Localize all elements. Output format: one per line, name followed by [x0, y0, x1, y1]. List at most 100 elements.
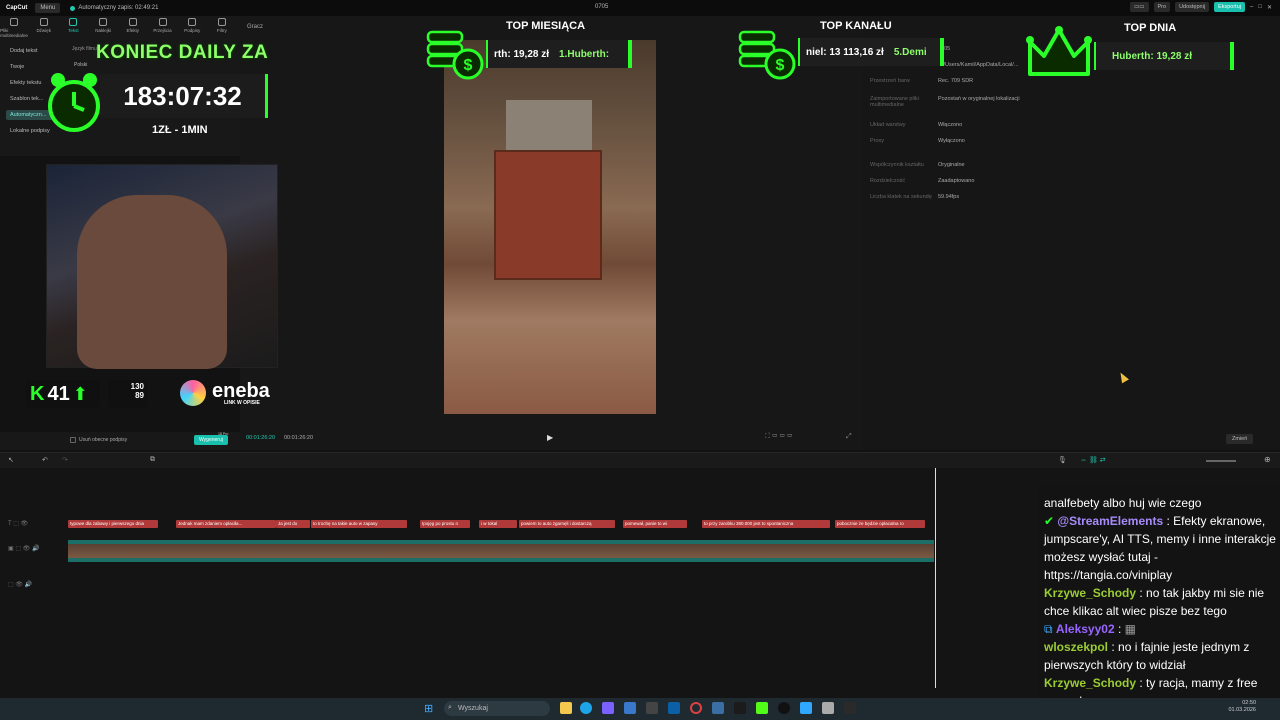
- subtitle-clip[interactable]: pobocznie że będzie opłacalna ro: [835, 520, 925, 528]
- minimize-icon[interactable]: –: [1250, 4, 1253, 10]
- fullscreen-icon[interactable]: ⤢: [846, 433, 852, 441]
- share-button[interactable]: Udostępnij: [1175, 2, 1210, 12]
- eneba-icon: [180, 380, 206, 406]
- text-track-controls[interactable]: T ⬚ 👁: [8, 520, 28, 527]
- prop-path: C:/Users/Kamil/AppData/Local/...: [938, 62, 1019, 68]
- subtitle-clip[interactable]: Jednak mam zdaniem opłaciła...: [176, 520, 276, 528]
- tab-text[interactable]: Tekst: [61, 18, 85, 40]
- split-icon[interactable]: ⧉: [150, 456, 155, 464]
- container-image: [494, 150, 602, 280]
- top-month-rank: 1.Huberth:: [559, 48, 610, 60]
- side-add-text[interactable]: Dodaj tekst: [6, 46, 64, 56]
- teams-icon[interactable]: [602, 702, 614, 714]
- audio-icon: [39, 18, 48, 26]
- stat-bottom: 89: [135, 391, 144, 400]
- obs-icon[interactable]: [778, 702, 790, 714]
- export-button[interactable]: Eksportuj: [1214, 2, 1245, 12]
- tab-filters[interactable]: Filtry: [210, 18, 234, 40]
- subtitle-clip[interactable]: i w tokal: [479, 520, 517, 528]
- taskbar-search[interactable]: ⌕ Wyszukaj: [444, 701, 550, 716]
- modify-button[interactable]: Zmień: [1226, 434, 1254, 444]
- chat-message: ✔ @StreamElements : Efekty ekranowe, jum…: [1044, 514, 1276, 582]
- sticker-icon: [99, 18, 108, 26]
- top-channel-amount: niel: 13 113,16 zł: [806, 46, 884, 58]
- chat-message: wloszekpol : no i fajnie jeste jednym z …: [1044, 640, 1250, 672]
- top-day-title: TOP DNIA: [1124, 22, 1177, 34]
- opera-icon[interactable]: [690, 702, 702, 714]
- app-icon-6[interactable]: [668, 702, 680, 714]
- remove-captions-checkbox[interactable]: [70, 437, 76, 443]
- maximize-icon[interactable]: □: [1258, 4, 1262, 10]
- app-icon-9[interactable]: [734, 702, 746, 714]
- caption-footer: Usuń obecne podpisy Wygeneruj 18 Pro: [0, 432, 240, 450]
- search-icon: ⌕: [448, 704, 452, 711]
- crane-image: [506, 100, 592, 150]
- sponsor-sub: LINK W OPISIE: [224, 400, 260, 406]
- top-month-amount: rth: 19,28 zł: [494, 48, 550, 60]
- photoshop-icon[interactable]: [800, 702, 812, 714]
- pro-button[interactable]: Pro: [1153, 2, 1171, 12]
- undo-icon[interactable]: ↶: [42, 456, 48, 464]
- edge-icon[interactable]: [580, 702, 592, 714]
- video-language-label: Język filmu: [72, 46, 97, 52]
- capcut-icon[interactable]: [844, 702, 856, 714]
- generate-badge: 18 Pro: [218, 432, 229, 436]
- tab-stickers[interactable]: Naklejki: [91, 18, 115, 40]
- app-icon-5[interactable]: [646, 702, 658, 714]
- tab-captions[interactable]: Podpisy: [180, 18, 204, 40]
- mic-icon[interactable]: 🎙: [1058, 456, 1067, 464]
- explorer-icon[interactable]: [560, 702, 572, 714]
- timeline-toolbar: ↖ ↶ ↷ ⧉ 🎙 ⇔ ⛓ ⇄ ⊕: [0, 452, 1280, 468]
- app-logo: CapCut: [6, 5, 28, 11]
- player-controls-icon[interactable]: ⛶ ▭ ▭ ▭: [765, 433, 793, 441]
- emote-icon: ▦: [1124, 622, 1136, 636]
- tab-effects[interactable]: Efekty: [121, 18, 145, 40]
- generate-button[interactable]: Wygeneruj: [194, 435, 228, 445]
- audio-track-controls[interactable]: ⬚ 👁 🔊: [8, 581, 32, 588]
- alarm-clock-icon: [48, 73, 100, 132]
- menu-button[interactable]: Menu: [35, 3, 61, 13]
- prop-resolution: Zaadaptowano: [938, 178, 975, 184]
- svg-text:$: $: [776, 57, 785, 74]
- countdown-timer: 183:07:32: [100, 74, 268, 118]
- clock-time: 02:50: [1242, 700, 1256, 706]
- windows-start-icon[interactable]: ⊞: [424, 702, 433, 715]
- close-icon[interactable]: ✕: [1267, 4, 1272, 11]
- play-icon[interactable]: ▶: [547, 433, 553, 442]
- subtitle-clip[interactable]: Ja jest do: [276, 520, 310, 528]
- system-clock[interactable]: 02:50 01.03.2026: [1228, 700, 1256, 714]
- streamer-figure: [77, 195, 227, 369]
- crown-icon: [1026, 26, 1092, 76]
- coins-icon-2: $: [738, 30, 796, 80]
- media-icon: [10, 18, 18, 26]
- video-track-controls[interactable]: ▣ ⬚ 👁 🔊: [8, 545, 39, 552]
- app-icon-13[interactable]: [822, 702, 834, 714]
- playhead[interactable]: [935, 468, 936, 688]
- subtitle-clip[interactable]: pomewał, panie to wi: [623, 520, 687, 528]
- select-tool-icon[interactable]: ↖: [8, 456, 14, 464]
- redo-icon[interactable]: ↷: [62, 456, 68, 464]
- tool-tabs: Pliki multimedialne Dźwięk Tekst Naklejk…: [0, 18, 234, 40]
- zoom-fit-icon[interactable]: ⊕: [1264, 455, 1271, 464]
- zoom-slider[interactable]: [1206, 460, 1236, 462]
- subtitle-clip[interactable]: Ipojęg po prostu n: [420, 520, 470, 528]
- subtitle-clip[interactable]: typowe dla zabawy i pierwszego dnia: [68, 520, 158, 528]
- mail-icon[interactable]: [624, 702, 636, 714]
- prop-layer: Włączono: [938, 122, 963, 128]
- sponsor-logo: eneba LINK W OPISIE: [178, 378, 288, 410]
- tab-media[interactable]: Pliki multimedialne: [0, 18, 28, 40]
- chat-message: Krzywe_Schody : no tak jakby mi sie nie …: [1044, 586, 1265, 618]
- kick-app-icon[interactable]: [756, 702, 768, 714]
- layout-icon[interactable]: ▭▭: [1130, 2, 1149, 12]
- viewer-stats: 130 89: [108, 380, 148, 408]
- link-icon[interactable]: ⇔ ⛓ ⇄: [1080, 456, 1106, 464]
- subtitle-clip[interactable]: powiem to auto zgarnęli i dostarczą: [519, 520, 615, 528]
- prop-proxy: Wyłączono: [938, 138, 965, 144]
- subtitle-clip[interactable]: to przy zarobku 380.000 jest to spontani…: [702, 520, 830, 528]
- video-clip[interactable]: [68, 540, 934, 562]
- app-icon-8[interactable]: [712, 702, 724, 714]
- autosave-status: Automatyczny zapis: 02:49:21: [70, 5, 158, 11]
- tab-audio[interactable]: Dźwięk: [32, 18, 56, 40]
- subtitle-clip[interactable]: to trochę na takie auto w zapasy: [311, 520, 407, 528]
- tab-transitions[interactable]: Przejścia: [151, 18, 175, 40]
